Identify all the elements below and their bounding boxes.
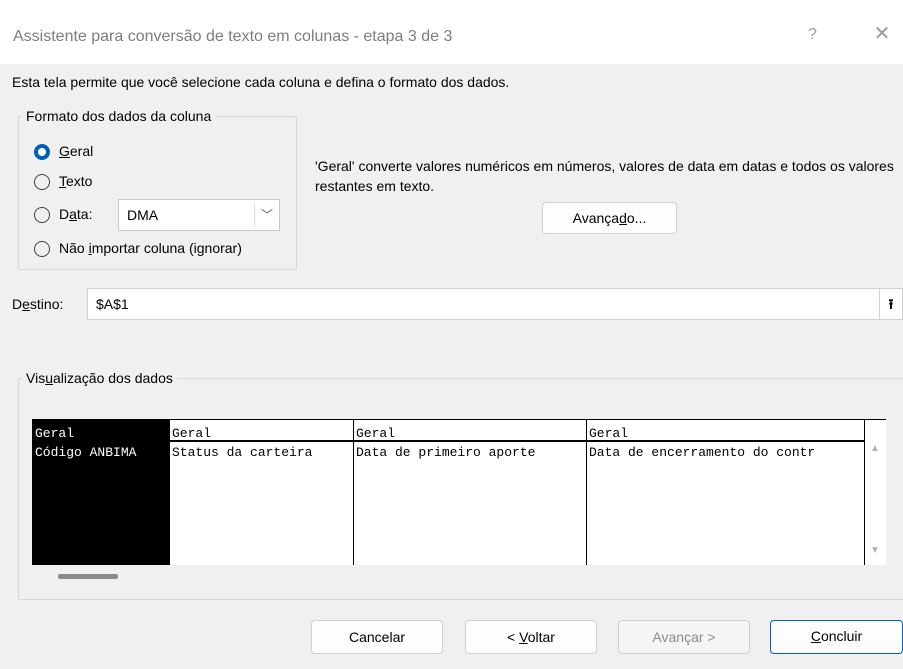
data-preview-grid[interactable]: Geral Código ANBIMA Geral Status da cart… <box>32 419 886 565</box>
column-header: Geral <box>172 426 212 441</box>
destination-label: Destino: <box>12 296 64 312</box>
date-format-value: DMA <box>127 207 159 223</box>
format-info-text: 'Geral' converte valores numéricos em nú… <box>315 158 894 194</box>
scroll-down-icon[interactable]: ▼ <box>870 545 880 556</box>
destination-value: $A$1 <box>96 296 129 312</box>
help-icon[interactable]: ? <box>808 26 817 44</box>
finish-button[interactable]: Concluir <box>770 620 903 654</box>
chevron-down-icon[interactable]: ﹀ <box>254 204 279 226</box>
next-button[interactable]: Avançar > <box>618 620 750 654</box>
column-cell: Data de encerramento do contr <box>589 445 816 460</box>
close-icon[interactable]: ✕ <box>870 22 894 46</box>
radio-data-button[interactable] <box>34 207 50 223</box>
preview-column-2[interactable]: Geral Status da carteira <box>170 420 354 565</box>
column-cell: Status da carteira <box>172 445 313 460</box>
format-group-legend: Formato dos dados da coluna <box>22 108 216 124</box>
radio-nao-importar-button[interactable] <box>34 241 50 257</box>
preview-group-legend: Visualização dos dados <box>22 370 177 386</box>
header-divider <box>354 440 586 442</box>
radio-texto-label[interactable]: Texto <box>59 173 92 189</box>
header-divider <box>587 440 864 442</box>
preview-column-4[interactable]: Geral Data de encerramento do contr <box>587 420 865 565</box>
radio-geral-button[interactable] <box>34 144 50 160</box>
cancel-button[interactable]: Cancelar <box>311 620 443 654</box>
preview-column-1[interactable]: Geral Código ANBIMA <box>33 420 170 565</box>
dialog-title: Assistente para conversão de texto em co… <box>13 28 453 45</box>
destination-input[interactable]: $A$1 <box>87 288 880 320</box>
advanced-button[interactable]: Avançado... <box>542 202 677 234</box>
header-divider <box>170 440 353 442</box>
column-cell: Código ANBIMA <box>35 445 137 460</box>
column-header: Geral <box>35 426 75 441</box>
column-header: Geral <box>356 426 396 441</box>
preview-column-3[interactable]: Geral Data de primeiro aporte <box>354 420 587 565</box>
radio-data-label[interactable]: Data: <box>59 206 93 222</box>
scroll-up-icon[interactable]: ▲ <box>870 443 880 454</box>
radio-nao-importar-label[interactable]: Não importar coluna (ignorar) <box>59 240 242 256</box>
header-divider <box>33 440 169 442</box>
date-format-select[interactable]: DMA ﹀ <box>118 199 280 231</box>
title-bar: Assistente para conversão de texto em co… <box>0 0 903 64</box>
description-text: Esta tela permite que você selecione cad… <box>12 74 510 90</box>
column-header: Geral <box>589 426 629 441</box>
collapse-dialog-icon[interactable]: ⭱ <box>879 288 903 320</box>
radio-geral-label[interactable]: Geral <box>59 143 93 159</box>
column-cell: Data de primeiro aporte <box>356 445 536 460</box>
radio-texto-button[interactable] <box>34 174 50 190</box>
horizontal-scrollbar-thumb[interactable] <box>58 574 118 579</box>
back-button[interactable]: < Voltar <box>465 620 597 654</box>
